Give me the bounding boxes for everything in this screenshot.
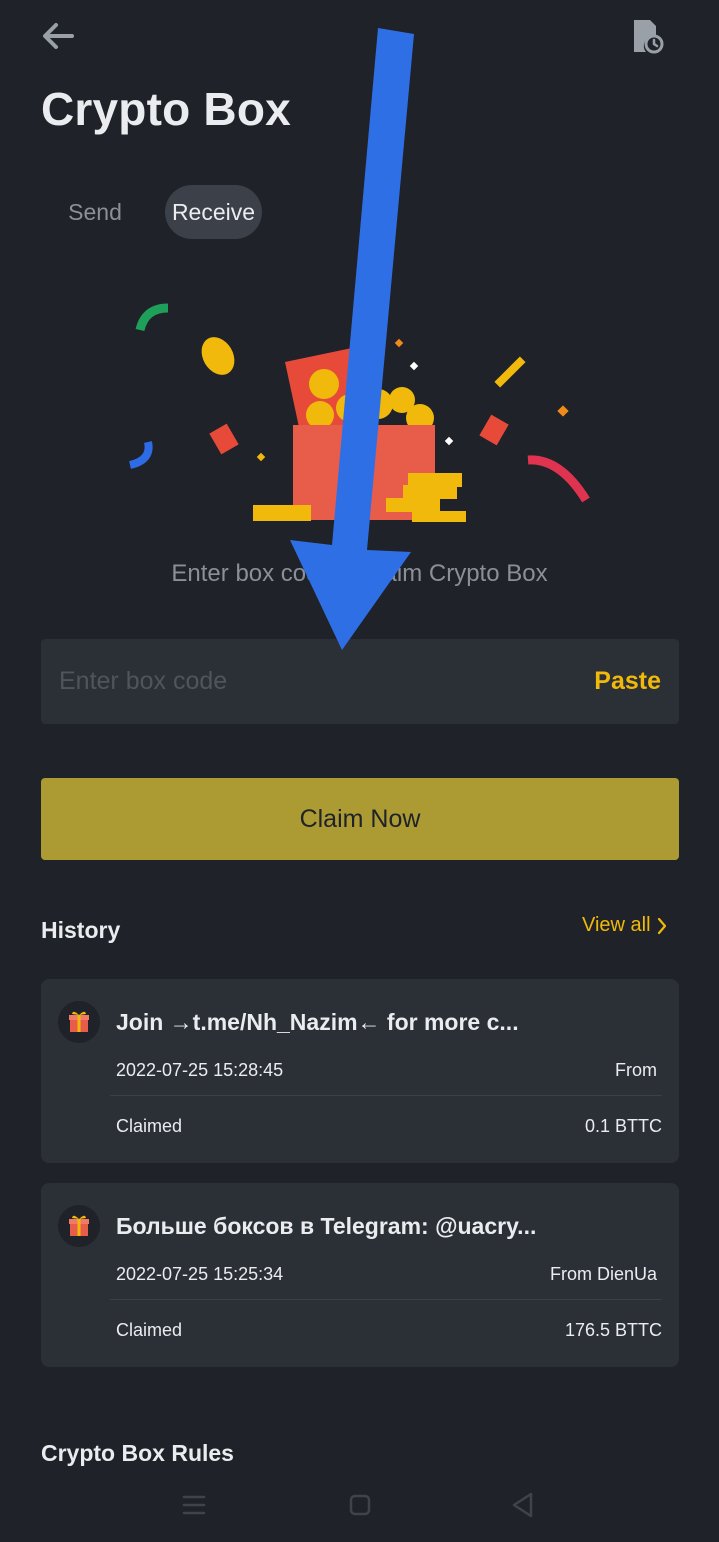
mini-envelope-right bbox=[479, 414, 509, 446]
history-item[interactable]: Больше боксов в Telegram: @uacry... 2022… bbox=[41, 1183, 679, 1367]
box-code-input[interactable] bbox=[59, 639, 559, 724]
mini-envelope-left bbox=[209, 423, 239, 455]
history-item-title: Join →t.me/Nh_Nazim← for more c... bbox=[116, 1009, 519, 1035]
back-button[interactable] bbox=[38, 18, 78, 54]
divider bbox=[110, 1299, 662, 1300]
confetti-red bbox=[527, 455, 590, 503]
confetti-blue bbox=[128, 441, 153, 469]
confetti-green bbox=[135, 303, 169, 332]
box-code-field: Paste bbox=[41, 639, 679, 724]
history-item-status: Claimed bbox=[116, 1116, 183, 1136]
history-record-button[interactable] bbox=[628, 16, 668, 56]
history-item-title: Больше боксов в Telegram: @uacry... bbox=[116, 1213, 537, 1239]
paste-button[interactable]: Paste bbox=[594, 639, 661, 724]
gift-icon bbox=[58, 1205, 100, 1247]
history-title: History bbox=[41, 917, 121, 943]
view-all-label: View all bbox=[582, 914, 651, 936]
confetti-gold-bar bbox=[494, 356, 526, 388]
history-item[interactable]: Join →t.me/Nh_Nazim← for more c... 2022-… bbox=[41, 979, 679, 1163]
claim-instruction: Enter box code to claim Crypto Box bbox=[171, 560, 548, 587]
tab-send[interactable]: Send bbox=[56, 185, 134, 239]
home-square-icon bbox=[349, 1494, 371, 1516]
back-triangle-icon bbox=[512, 1492, 533, 1518]
view-all-link[interactable]: View all bbox=[582, 914, 667, 937]
arrow-left-icon bbox=[43, 23, 74, 49]
page-title: Crypto Box bbox=[41, 83, 291, 135]
divider bbox=[110, 1095, 662, 1096]
flying-coin bbox=[201, 337, 235, 375]
system-back-button[interactable] bbox=[503, 1485, 543, 1525]
history-item-date: 2022-07-25 15:28:45 bbox=[116, 1060, 284, 1080]
chevron-right-icon bbox=[657, 917, 666, 934]
crypto-box-rules-title: Crypto Box Rules bbox=[41, 1440, 234, 1466]
history-item-sender: From bbox=[615, 1060, 657, 1080]
document-clock-icon bbox=[634, 20, 664, 54]
history-item-amount: 176.5 BTTC bbox=[564, 1320, 662, 1340]
tab-receive[interactable]: Receive bbox=[165, 185, 262, 239]
system-home-button[interactable] bbox=[340, 1485, 380, 1525]
menu-icon bbox=[182, 1495, 206, 1515]
system-menu-button[interactable] bbox=[174, 1485, 214, 1525]
claim-now-button[interactable]: Claim Now bbox=[41, 778, 679, 860]
history-item-status: Claimed bbox=[116, 1320, 183, 1340]
history-item-date: 2022-07-25 15:25:34 bbox=[116, 1264, 284, 1284]
history-item-sender: From DienUa bbox=[549, 1264, 657, 1284]
gift-icon bbox=[58, 1001, 100, 1043]
gift-box-with-coins-illustration bbox=[128, 303, 590, 522]
history-item-amount: 0.1 BTTC bbox=[584, 1116, 662, 1136]
